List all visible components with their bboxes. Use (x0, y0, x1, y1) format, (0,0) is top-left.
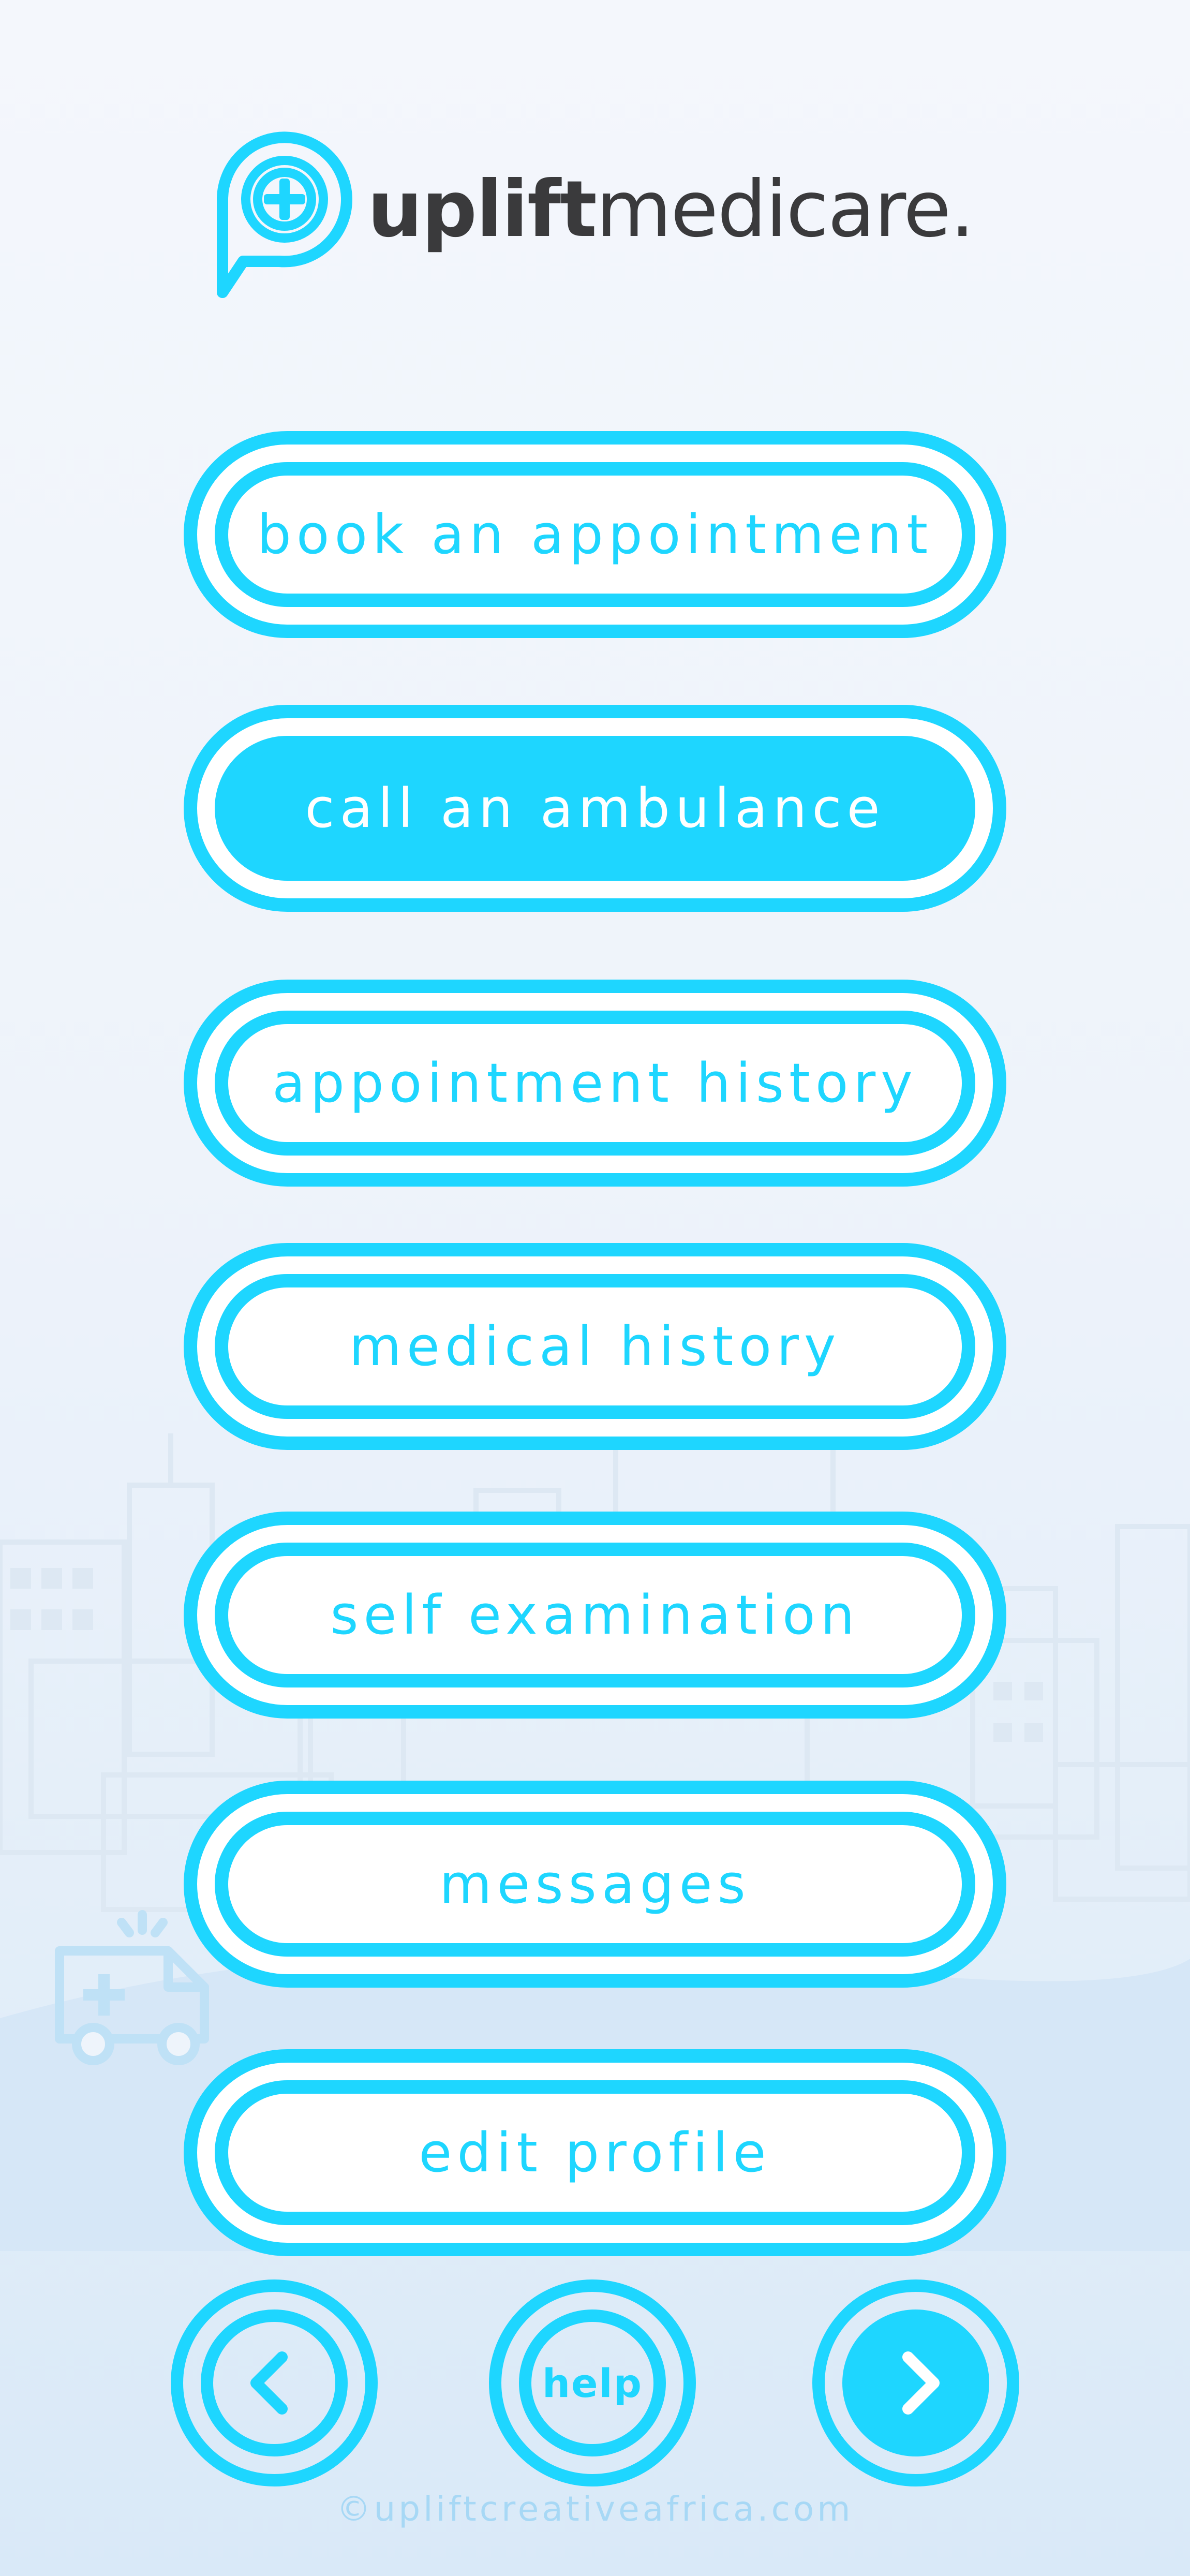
self-examination-button-inner: self examination (215, 1543, 975, 1687)
call-ambulance-label: call an ambulance (305, 777, 885, 840)
messages-label: messages (439, 1853, 751, 1916)
chevron-right-icon (902, 2351, 940, 2415)
next-button[interactable] (812, 2279, 1019, 2486)
back-button[interactable] (171, 2279, 378, 2486)
messages-button[interactable]: messages (184, 1781, 1006, 1988)
brand-logo: upliftmedicare. (207, 122, 983, 308)
help-label: help (542, 2360, 643, 2406)
logo-mark-icon (217, 131, 352, 298)
copyright-text: ©upliftcreativeafrica.com (336, 2489, 854, 2529)
messages-button-inner: messages (215, 1812, 975, 1957)
appointment-history-button-inner: appointment history (215, 1011, 975, 1156)
book-appointment-button[interactable]: book an appointment (184, 431, 1006, 638)
appointment-history-label: appointment history (272, 1052, 918, 1115)
back-button-inner (201, 2309, 348, 2456)
brand-name: upliftmedicare. (367, 158, 975, 261)
edit-profile-button-inner: edit profile (215, 2080, 975, 2225)
self-examination-button[interactable]: self examination (184, 1512, 1006, 1719)
chevron-left-icon (250, 2351, 288, 2415)
appointment-history-button[interactable]: appointment history (184, 980, 1006, 1187)
brand-name-bold: uplift (367, 165, 597, 255)
next-button-inner (842, 2309, 989, 2456)
help-button[interactable]: help (489, 2279, 696, 2486)
brand-name-light: medicare. (596, 165, 975, 255)
edit-profile-label: edit profile (419, 2121, 771, 2184)
app-screen: upliftmedicare. book an appointment call… (0, 0, 1190, 2576)
help-button-inner: help (519, 2309, 666, 2456)
medical-history-button[interactable]: medical history (184, 1243, 1006, 1450)
medical-history-button-inner: medical history (215, 1274, 975, 1419)
medical-history-label: medical history (349, 1315, 841, 1378)
edit-profile-button[interactable]: edit profile (184, 2049, 1006, 2256)
book-appointment-button-inner: book an appointment (215, 462, 975, 607)
call-ambulance-button[interactable]: call an ambulance (184, 705, 1006, 912)
call-ambulance-button-inner: call an ambulance (215, 736, 975, 881)
self-examination-label: self examination (330, 1583, 860, 1647)
book-appointment-label: book an appointment (257, 503, 933, 566)
